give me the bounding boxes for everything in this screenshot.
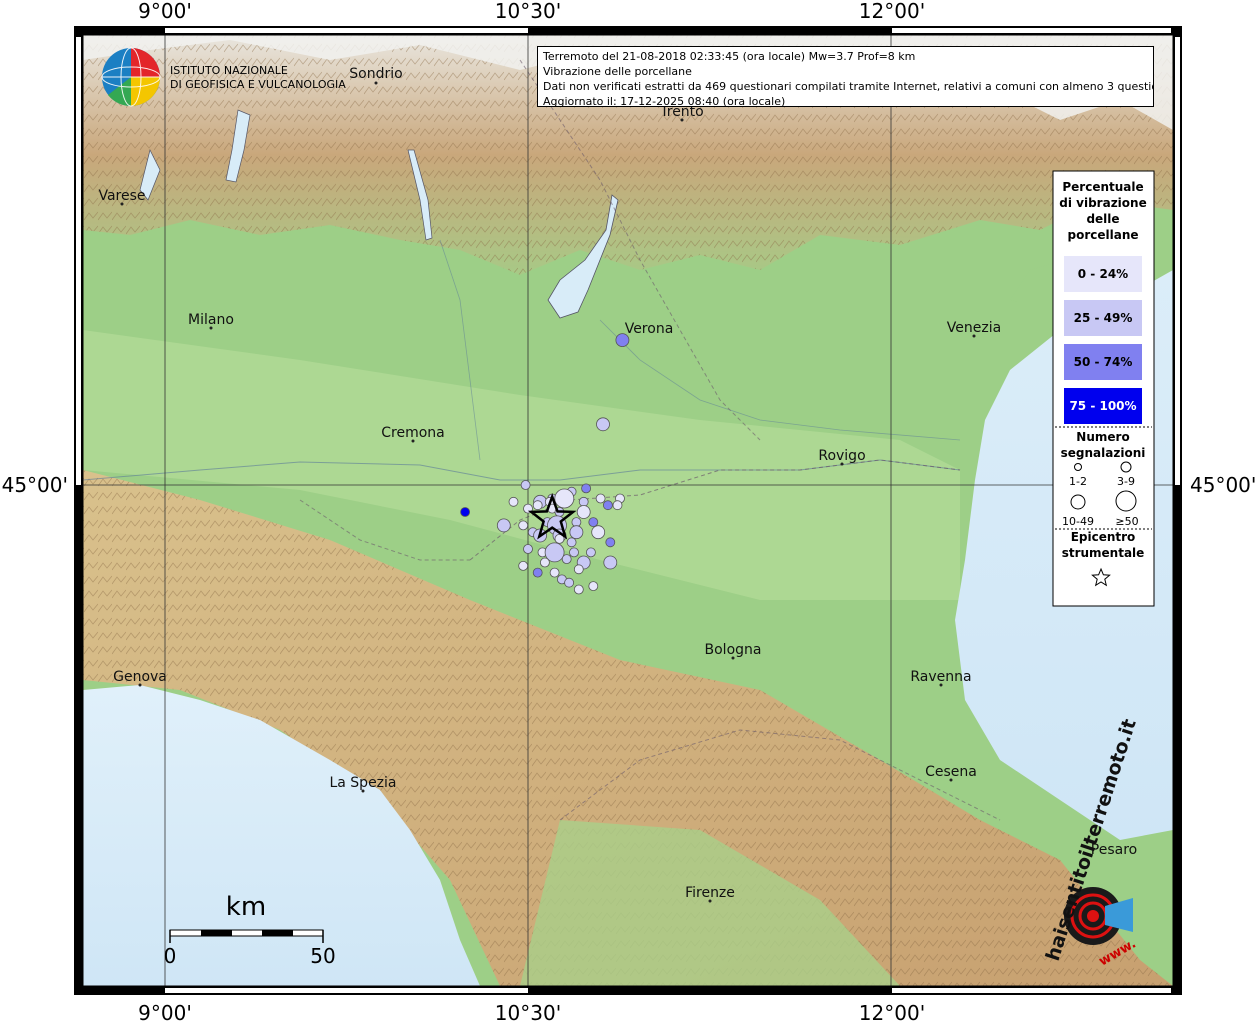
intensity-point	[595, 493, 606, 504]
lat-label-right: 45°00'	[1190, 473, 1256, 497]
intensity-point	[573, 584, 584, 595]
count-title-2: segnalazioni	[1061, 446, 1146, 460]
lon-label-top-2: 12°00'	[859, 0, 925, 23]
size-label-3: 10-49	[1062, 515, 1094, 528]
intensity-point	[573, 564, 584, 575]
lon-labels-top: 9°00' 10°30' 12°00'	[138, 0, 925, 23]
intensity-point	[549, 567, 560, 578]
size-1-2-icon	[1074, 463, 1082, 471]
legend-class-label-1: 25 - 49%	[1074, 311, 1133, 325]
institute-name-line2: DI GEOFISICA E VULCANOLOGIA	[170, 78, 346, 91]
intensity-point	[578, 496, 589, 507]
legend-class-label-0: 0 - 24%	[1078, 267, 1128, 281]
intensity-point	[605, 537, 616, 548]
info-box: Terremoto del 21-08-2018 02:33:45 (ora l…	[537, 46, 1154, 107]
city-sondrio: Sondrio	[349, 66, 402, 82]
scale-unit: km	[226, 892, 266, 922]
city-milano: Milano	[188, 312, 234, 328]
intensity-point	[566, 537, 577, 548]
info-line-updated: Aggiornato il: 17-12-2025 08:40 (ora loc…	[543, 95, 786, 107]
lon-labels-bottom: 9°00' 10°30' 12°00'	[138, 1001, 925, 1024]
intensity-point	[520, 480, 531, 490]
legend: Percentuale di vibrazione delle porcella…	[1052, 170, 1155, 607]
size-10-49-icon	[1070, 494, 1086, 510]
lon-label-bottom-2: 12°00'	[859, 1001, 925, 1024]
intensity-point	[596, 417, 610, 432]
city-cesena: Cesena	[925, 764, 977, 780]
city-verona: Verona	[625, 321, 674, 337]
intensity-point	[569, 525, 584, 540]
intensity-point	[564, 577, 574, 588]
count-title-1: Numero	[1076, 430, 1129, 444]
info-line-parameter: Vibrazione delle porcellane	[543, 65, 692, 78]
info-line-event: Terremoto del 21-08-2018 02:33:45 (ora l…	[543, 50, 916, 63]
intensity-point	[554, 488, 575, 509]
size-50-icon	[1115, 490, 1137, 512]
lon-label-bottom-1: 10°30'	[495, 1001, 561, 1024]
city-cremona: Cremona	[381, 425, 445, 441]
intensity-point	[460, 507, 471, 517]
intensity-point	[615, 333, 630, 348]
intensity-point	[586, 547, 596, 558]
intensity-point	[540, 557, 550, 568]
city-venezia: Venezia	[947, 320, 1001, 336]
lat-label-left: 45°00'	[2, 473, 68, 497]
city-firenze: Firenze	[685, 885, 735, 901]
lon-label-top-1: 10°30'	[495, 0, 561, 23]
intensity-point	[588, 581, 599, 591]
legend-title-3: delle	[1086, 212, 1119, 226]
intensity-point	[588, 517, 599, 527]
city-varese: Varese	[98, 188, 145, 204]
legend-class-label-3: 75 - 100%	[1069, 399, 1136, 413]
lon-label-bottom-0: 9°00'	[138, 1001, 192, 1024]
intensity-point	[523, 544, 533, 554]
size-label-4: ≥50	[1115, 515, 1138, 528]
intensity-point	[496, 518, 511, 533]
intensity-point	[532, 567, 543, 578]
scale-min: 0	[164, 944, 177, 968]
intensity-point	[508, 496, 519, 507]
city-la-spezia: La Spezia	[329, 775, 396, 791]
intensity-point	[569, 547, 579, 558]
intensity-point	[518, 520, 529, 531]
institute-name-line1: ISTITUTO NAZIONALE	[170, 64, 288, 77]
city-rovigo: Rovigo	[818, 448, 865, 464]
legend-title-1: Percentuale	[1062, 180, 1143, 194]
intensity-point	[571, 517, 582, 527]
intensity-point	[591, 525, 606, 540]
size-label-1: 1-2	[1069, 475, 1087, 488]
size-3-9-icon	[1120, 461, 1132, 473]
intensity-point	[576, 505, 591, 519]
epicenter-title-1: Epicentro	[1071, 530, 1136, 544]
lon-label-top-0: 9°00'	[138, 0, 192, 23]
epicenter-title-2: strumentale	[1062, 546, 1145, 560]
intensity-point	[581, 483, 591, 494]
terrain	[83, 35, 1173, 986]
legend-class-label-2: 50 - 74%	[1074, 355, 1133, 369]
intensity-point	[532, 500, 543, 511]
city-ravenna: Ravenna	[910, 669, 971, 685]
size-label-2: 3-9	[1117, 475, 1135, 488]
intensity-point	[518, 561, 529, 571]
intensity-point	[561, 554, 572, 564]
city-bologna: Bologna	[705, 642, 762, 658]
legend-title-4: porcellane	[1067, 228, 1138, 242]
info-line-source: Dati non verificati estratti da 469 ques…	[543, 80, 1154, 93]
intensity-point	[612, 500, 623, 511]
intensity-point	[603, 500, 613, 511]
scale-max: 50	[310, 944, 335, 968]
intensity-point	[603, 555, 618, 570]
legend-title-2: di vibrazione	[1059, 196, 1146, 210]
intensity-map: 9°00' 10°30' 12°00' 9°00' 10°30' 12°00' …	[2, 0, 1256, 1024]
city-genova: Genova	[113, 669, 167, 685]
